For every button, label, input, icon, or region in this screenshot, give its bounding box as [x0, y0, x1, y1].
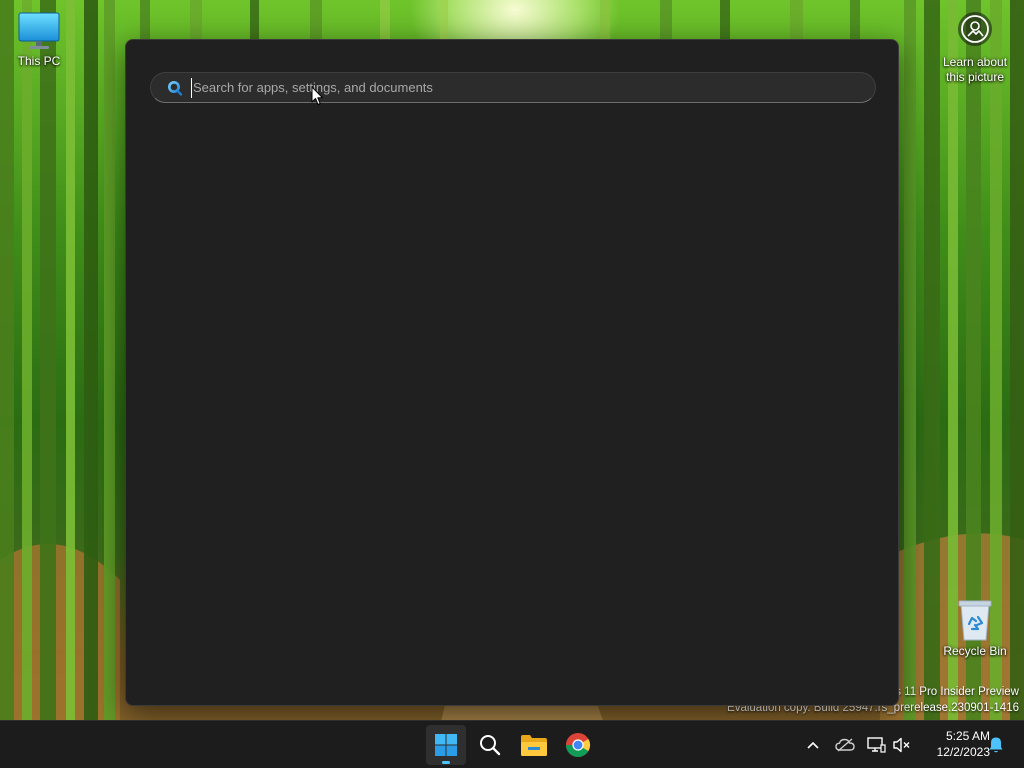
search-box[interactable]	[150, 72, 876, 103]
this-pc-label: This PC	[17, 54, 61, 68]
volume-muted-icon	[893, 737, 910, 753]
start-button[interactable]	[426, 725, 466, 765]
search-button[interactable]	[470, 725, 510, 765]
clock-time: 5:25 AM	[945, 729, 990, 743]
taskbar: 5:25 AM 12/2/2023	[0, 720, 1024, 768]
search-icon	[165, 79, 183, 97]
chrome-icon	[566, 733, 591, 758]
volume-button[interactable]	[890, 733, 914, 757]
learn-label-line2: this picture	[945, 70, 1005, 84]
search-input[interactable]	[191, 77, 875, 98]
recycle-bin-label: Recycle Bin	[943, 644, 1007, 658]
network-icon	[867, 737, 886, 753]
clock-date: 12/2/2023	[936, 745, 990, 759]
this-pc-desktop-icon[interactable]: This PC	[0, 12, 78, 68]
search-icon	[480, 735, 501, 756]
chrome-button[interactable]	[558, 725, 598, 765]
recycle-bin-desktop-icon[interactable]: Recycle Bin	[936, 598, 1014, 658]
windows-logo-icon	[435, 734, 457, 756]
mouse-cursor-icon	[311, 86, 323, 105]
recycle-bin-icon	[958, 600, 992, 641]
clock[interactable]: 5:25 AM 12/2/2023	[918, 728, 990, 760]
bell-icon	[989, 737, 1003, 753]
onedrive-button[interactable]	[833, 733, 857, 757]
network-button[interactable]	[864, 733, 888, 757]
folder-icon	[521, 735, 547, 756]
onedrive-icon	[835, 738, 855, 752]
file-explorer-button[interactable]	[514, 725, 554, 765]
search-panel	[125, 39, 899, 706]
show-hidden-icons-button[interactable]	[801, 733, 825, 757]
learn-label-line1: Learn about	[942, 55, 1008, 69]
camera-icon	[958, 12, 992, 46]
monitor-icon	[18, 12, 60, 49]
chevron-up-icon	[807, 741, 819, 749]
learn-about-picture-button[interactable]: Learn about this picture	[934, 12, 1016, 85]
notifications-button[interactable]	[984, 733, 1008, 757]
